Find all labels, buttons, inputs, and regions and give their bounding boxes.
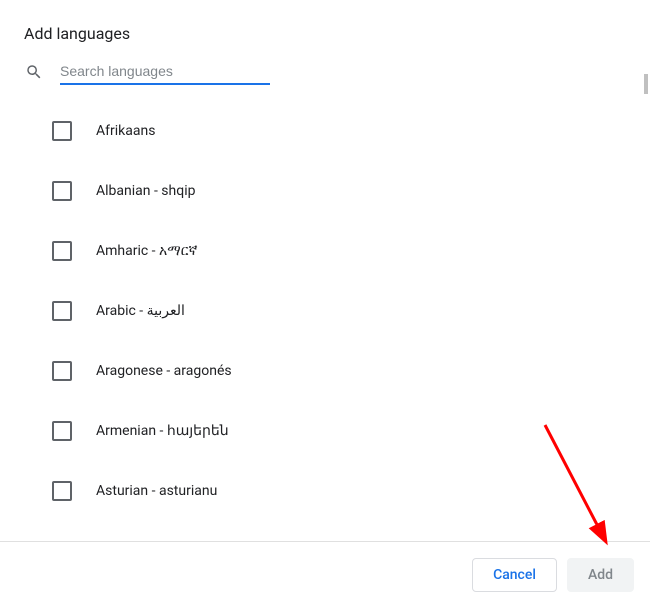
dialog-title: Add languages	[0, 0, 650, 59]
checkbox[interactable]	[52, 301, 72, 321]
scrollbar[interactable]	[644, 74, 648, 94]
checkbox[interactable]	[52, 421, 72, 441]
language-label: Albanian - shqip	[96, 183, 195, 199]
language-label: Afrikaans	[96, 123, 155, 139]
add-button[interactable]: Add	[567, 558, 634, 592]
language-label: Aragonese - aragonés	[96, 363, 232, 379]
cancel-button[interactable]: Cancel	[472, 558, 557, 592]
list-item[interactable]: Afrikaans	[24, 101, 626, 161]
language-label: Asturian - asturianu	[96, 483, 217, 499]
search-icon	[24, 63, 44, 81]
search-row	[0, 59, 650, 93]
checkbox[interactable]	[52, 181, 72, 201]
language-label: Arabic - العربية	[96, 303, 185, 319]
dialog-footer: Cancel Add	[0, 541, 650, 608]
language-list: Afrikaans Albanian - shqip Amharic - አማር…	[0, 93, 650, 521]
list-item[interactable]: Asturian - asturianu	[24, 461, 626, 521]
language-label: Armenian - հայերեն	[96, 423, 229, 439]
checkbox[interactable]	[52, 481, 72, 501]
list-item[interactable]: Amharic - አማርኛ	[24, 221, 626, 281]
list-item[interactable]: Albanian - shqip	[24, 161, 626, 221]
checkbox[interactable]	[52, 241, 72, 261]
list-item[interactable]: Arabic - العربية	[24, 281, 626, 341]
checkbox[interactable]	[52, 121, 72, 141]
search-input[interactable]	[60, 59, 270, 85]
list-item[interactable]: Armenian - հայերեն	[24, 401, 626, 461]
list-item[interactable]: Aragonese - aragonés	[24, 341, 626, 401]
language-label: Amharic - አማርኛ	[96, 243, 197, 259]
checkbox[interactable]	[52, 361, 72, 381]
